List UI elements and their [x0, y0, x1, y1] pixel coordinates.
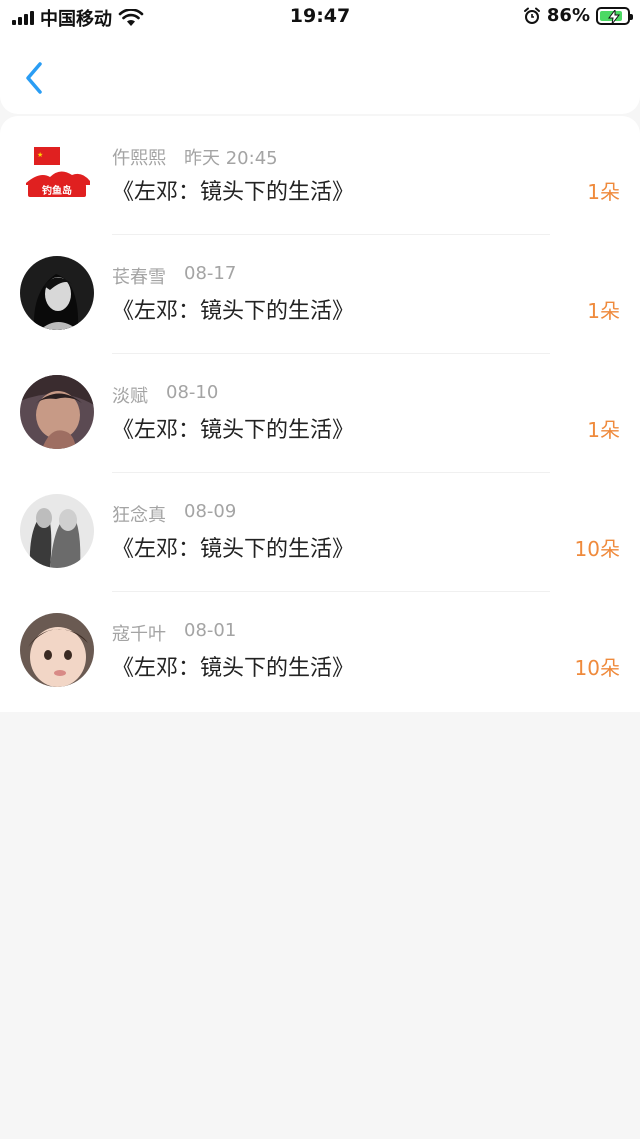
item-meta: 苌春雪 08-17 [112, 263, 236, 289]
avatar[interactable] [20, 494, 94, 568]
avatar[interactable] [20, 256, 94, 330]
user-name: 淡赋 [112, 386, 148, 407]
gift-amount: 1朵 [587, 180, 620, 204]
list-item[interactable]: 淡赋 08-10 《左邓：镜头下的生活》 1朵 [0, 354, 640, 473]
logo-text: 钓鱼岛 [42, 184, 72, 197]
user-name: 狂念真 [112, 505, 166, 526]
item-date: 08-01 [184, 620, 237, 641]
item-title: 《左邓：镜头下的生活》 [112, 180, 355, 205]
item-date: 08-09 [184, 501, 237, 522]
item-meta: 狂念真 08-09 [112, 501, 236, 527]
avatar-photo [20, 613, 94, 687]
user-name: 仵熙熙 [112, 148, 166, 169]
gift-amount: 10朵 [574, 537, 620, 561]
charging-bolt-icon [608, 9, 621, 24]
list-item[interactable]: ★ 钓鱼岛 仵熙熙 昨天 20:45 《左邓：镜头下的生活》 1朵 [0, 116, 640, 235]
list-item[interactable]: 狂念真 08-09 《左邓：镜头下的生活》 10朵 [0, 473, 640, 592]
alarm-icon [523, 7, 540, 24]
user-name: 苌春雪 [112, 267, 166, 288]
svg-text:★: ★ [37, 151, 43, 159]
item-title: 《左邓：镜头下的生活》 [112, 299, 355, 324]
item-date: 08-17 [184, 263, 237, 284]
status-right: 86% [523, 5, 633, 26]
item-meta: 淡赋 08-10 [112, 382, 218, 408]
avatar-photo [20, 375, 94, 449]
avatar-photo [20, 256, 94, 330]
battery-nub [630, 13, 633, 20]
diaoyudao-logo-icon: ★ 钓鱼岛 [20, 137, 94, 211]
item-date: 08-10 [166, 382, 219, 403]
avatar[interactable]: ★ 钓鱼岛 [20, 137, 94, 211]
item-title: 《左邓：镜头下的生活》 [112, 656, 355, 681]
avatar-photo [20, 494, 94, 568]
back-button[interactable] [18, 58, 48, 98]
item-meta: 寇千叶 08-01 [112, 620, 236, 646]
item-meta: 仵熙熙 昨天 20:45 [112, 144, 278, 170]
gift-amount: 1朵 [587, 418, 620, 442]
list-item[interactable]: 苌春雪 08-17 《左邓：镜头下的生活》 1朵 [0, 235, 640, 354]
gift-amount: 1朵 [587, 299, 620, 323]
avatar[interactable] [20, 613, 94, 687]
user-name: 寇千叶 [112, 624, 166, 645]
battery-percent: 86% [546, 5, 590, 26]
list-item[interactable]: 寇千叶 08-01 《左邓：镜头下的生活》 10朵 [0, 592, 640, 711]
item-title: 《左邓：镜头下的生活》 [112, 537, 355, 562]
battery-icon [596, 6, 633, 25]
item-date: 昨天 20:45 [184, 148, 278, 169]
chevron-left-icon [26, 62, 42, 94]
gift-amount: 10朵 [574, 656, 620, 680]
item-title: 《左邓：镜头下的生活》 [112, 418, 355, 443]
gift-list: ★ 钓鱼岛 仵熙熙 昨天 20:45 《左邓：镜头下的生活》 1朵 苌春雪 08… [0, 116, 640, 712]
avatar[interactable] [20, 375, 94, 449]
nav-bar [0, 34, 640, 114]
status-bar: 中国移动 19:47 86% [0, 0, 640, 34]
